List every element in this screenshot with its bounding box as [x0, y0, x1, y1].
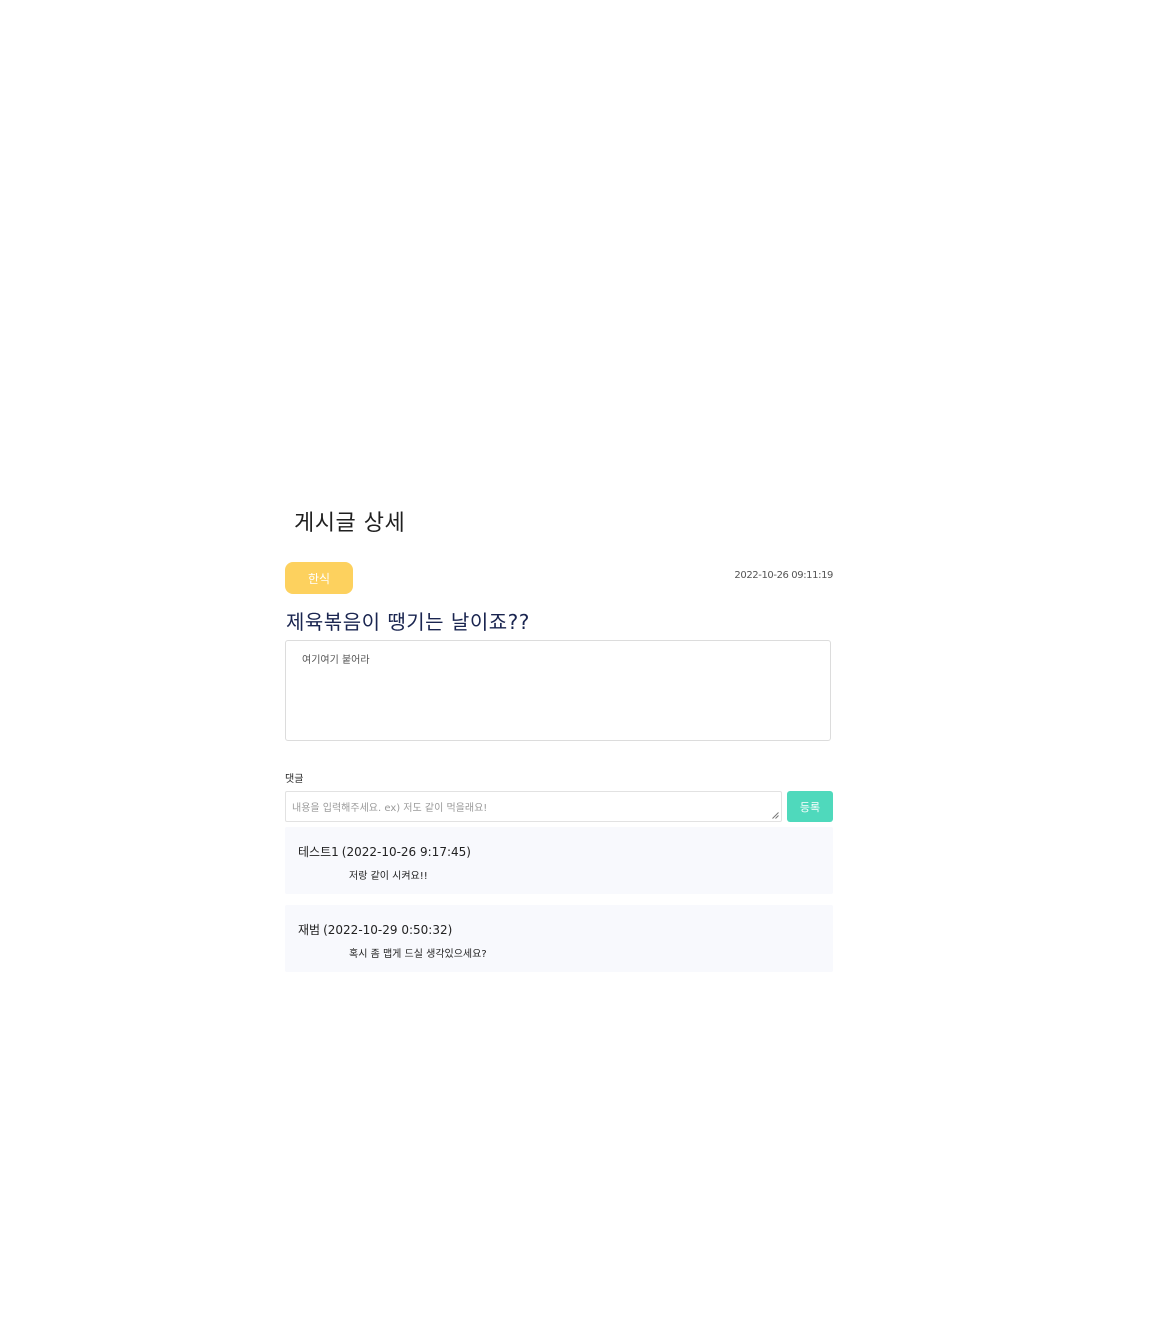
comment-author: 재범: [298, 923, 321, 937]
comment-input[interactable]: [285, 791, 782, 822]
comment-meta: 테스트1 (2022-10-26 9:17:45): [298, 843, 471, 860]
post-body: 여기여기 붙어라: [285, 640, 831, 741]
post-date: 2022-10-26 09:11:19: [734, 570, 833, 581]
comment-timestamp: (2022-10-29 0:50:32): [323, 923, 453, 937]
page-title: 게시글 상세: [294, 511, 406, 536]
comment-meta: 재범 (2022-10-29 0:50:32): [298, 921, 452, 938]
comment-text: 저랑 같이 시켜요!!: [349, 871, 428, 882]
submit-comment-button[interactable]: 등록: [787, 791, 833, 822]
comment-input-wrapper: [285, 791, 782, 822]
comment-timestamp: (2022-10-26 9:17:45): [341, 845, 471, 859]
comment-author: 테스트1: [298, 845, 339, 859]
category-badge[interactable]: 한식: [285, 562, 353, 594]
comment-item: 테스트1 (2022-10-26 9:17:45) 저랑 같이 시켜요!!: [285, 827, 833, 894]
comment-text: 혹시 좀 맵게 드실 생각있으세요?: [349, 949, 487, 960]
comment-label: 댓글: [285, 774, 304, 785]
post-title: 제육볶음이 땡기는 날이죠??: [286, 610, 530, 634]
post-detail-page: 게시글 상세 한식 2022-10-26 09:11:19 제육볶음이 땡기는 …: [0, 0, 1168, 1344]
comment-item: 재범 (2022-10-29 0:50:32) 혹시 좀 맵게 드실 생각있으세요…: [285, 905, 833, 972]
